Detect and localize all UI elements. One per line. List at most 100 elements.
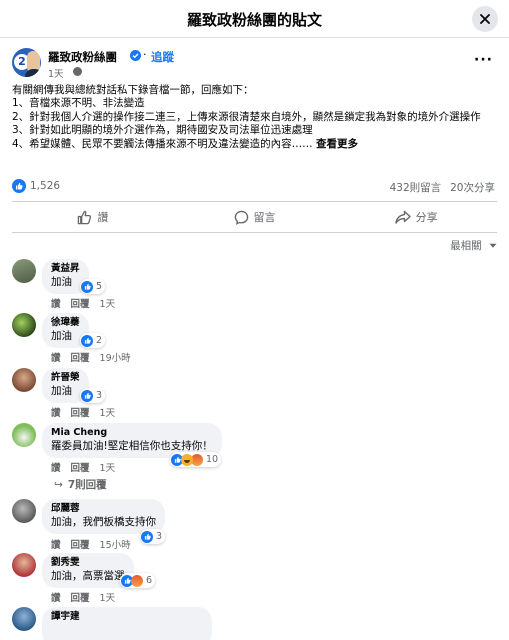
like-reaction-icon[interactable] (12, 179, 26, 193)
comment-like-button[interactable]: 讚 (51, 353, 61, 364)
comment-item: 邱麗蓉 加油，我們板橋支持你 3 讚回覆 15小時 (12, 499, 497, 551)
comment-meta: 讚回覆 1天 (51, 405, 125, 419)
comment-sort-dropdown[interactable]: 最相關 (450, 238, 497, 253)
comment-bubble-icon (234, 210, 248, 225)
commenter-name[interactable]: Mia Cheng (51, 427, 213, 439)
like-button[interactable]: 讚 (12, 202, 174, 232)
more-options-icon[interactable]: ··· (474, 52, 493, 68)
comment-reply-button[interactable]: 回覆 (71, 593, 90, 604)
view-replies-link[interactable]: ↪ 7則回覆 (54, 477, 107, 492)
reaction-count: 3 (156, 531, 163, 542)
verified-badge-icon (130, 50, 141, 61)
reaction-count: 6 (146, 575, 153, 586)
globe-icon (73, 67, 82, 76)
comment-text: 加油 (51, 276, 72, 288)
reaction-count: 10 (206, 454, 219, 465)
modal-title: 羅致政粉絲團的貼文 (186, 11, 322, 29)
share-count[interactable]: 20次分享 (450, 182, 495, 194)
modal-header: 羅致政粉絲團的貼文 (0, 0, 509, 38)
avatar[interactable] (12, 368, 36, 392)
share-arrow-icon (394, 210, 411, 224)
reply-arrow-icon: ↪ (54, 479, 63, 491)
reactions-row: 1,526 432則留言 20次分享 (12, 178, 497, 196)
comment-item: 劉秀雯 加油，高票當選 6 讚回覆 1天 (12, 553, 497, 605)
comment-text: 加油 (51, 330, 72, 342)
chevron-down-icon (489, 243, 497, 248)
avatar[interactable] (12, 553, 36, 577)
comment-reactions[interactable]: 6 (120, 573, 156, 588)
comment-time[interactable]: 1天 (100, 463, 116, 474)
comment-reply-button[interactable]: 回覆 (71, 540, 90, 551)
comment-time[interactable]: 15小時 (100, 540, 131, 551)
comment-reply-button[interactable]: 回覆 (71, 408, 90, 419)
comment-like-button[interactable]: 讚 (51, 299, 61, 310)
comment-item: 譚宇建 (12, 607, 497, 640)
commenter-name[interactable]: 劉秀雯 (51, 557, 125, 569)
comment-like-button[interactable]: 讚 (51, 593, 61, 604)
reaction-count: 5 (96, 281, 103, 292)
page-avatar[interactable]: 2 (12, 48, 41, 77)
comment-reactions[interactable]: 2 (80, 333, 106, 348)
post-stats: 432則留言 20次分享 (381, 180, 495, 195)
comment-reply-button[interactable]: 回覆 (71, 353, 90, 364)
action-bar: 讚 留言 分享 (12, 201, 497, 233)
post-line: 3、針對如此明顯的境外介選作為，期待國安及司法單位迅速處理 (12, 124, 313, 137)
post-line: 2、針對我個人介選的操作接二連三，上傳來源很清楚來自境外，顯然是鎖定我為對象的境… (12, 110, 481, 123)
avatar[interactable] (12, 259, 36, 283)
comment-reply-button[interactable]: 回覆 (71, 299, 90, 310)
reaction-count: 2 (96, 335, 103, 346)
comment-like-button[interactable]: 讚 (51, 463, 61, 474)
comment-button[interactable]: 留言 (174, 202, 336, 232)
comment-time[interactable]: 1天 (100, 593, 116, 604)
follow-button[interactable]: 追蹤 (151, 49, 174, 65)
like-reaction-icon (81, 334, 93, 347)
comment-meta: 讚回覆 19小時 (51, 350, 141, 364)
close-button[interactable] (472, 6, 498, 32)
avatar[interactable] (12, 423, 36, 447)
avatar[interactable] (12, 499, 36, 523)
comment-item: 許晉榮 加油 3 讚回覆 1天 (12, 368, 497, 420)
commenter-name[interactable]: 譚宇建 (51, 611, 203, 623)
comment-like-button[interactable]: 讚 (51, 540, 61, 551)
like-count[interactable]: 1,526 (30, 180, 60, 192)
comment-reactions[interactable]: 10 (170, 452, 222, 467)
commenter-name[interactable]: 徐瑋蓁 (51, 317, 80, 329)
comment-meta: 讚回覆 15小時 (51, 537, 141, 551)
separator-dot: · (143, 48, 147, 61)
comment-time[interactable]: 19小時 (100, 353, 131, 364)
comment-time[interactable]: 1天 (100, 299, 116, 310)
comment-meta: 讚回覆 1天 (51, 460, 125, 474)
comment-item: 徐瑋蓁 加油 2 讚回覆 19小時 (12, 313, 497, 365)
comment-count[interactable]: 432則留言 (390, 182, 442, 194)
commenter-name[interactable]: 邱麗蓉 (51, 503, 156, 515)
comment-reply-button[interactable]: 回覆 (71, 463, 90, 474)
comment-reactions[interactable]: 3 (80, 388, 106, 403)
thumbs-up-icon (78, 210, 92, 224)
comment-meta: 讚回覆 1天 (51, 296, 125, 310)
comment-reactions[interactable]: 5 (80, 279, 106, 294)
comment-text: 加油 (51, 385, 72, 397)
comment-meta: 讚回覆 1天 (51, 590, 125, 604)
comment-reactions[interactable]: 3 (140, 529, 166, 544)
comment-time[interactable]: 1天 (100, 408, 116, 419)
commenter-name[interactable]: 許晉榮 (51, 372, 80, 384)
post-line: 4、希望媒體、民眾不要觸法傳播來源不明及違法變造的內容…… 查看更多 (12, 137, 359, 150)
angry-reaction-icon (131, 574, 143, 587)
haha-reaction-icon (181, 453, 193, 466)
like-reaction-icon (81, 280, 93, 293)
comment-item: 黃益昇 加油 5 讚回覆 1天 (12, 259, 497, 311)
close-icon[interactable] (480, 14, 490, 24)
post-body: 有關網傳我與總統對話私下錄音檔一節，回應如下： 1、音檔來源不明、非法變造 2、… (12, 84, 497, 151)
avatar[interactable] (12, 313, 36, 337)
comment-like-button[interactable]: 讚 (51, 408, 61, 419)
commenter-name[interactable]: 黃益昇 (51, 263, 80, 275)
comment-bubble: 譚宇建 (42, 607, 212, 640)
comment-text: 加油，我們板橋支持你 (51, 516, 156, 528)
page-name[interactable]: 羅致政粉絲團 (48, 49, 117, 65)
see-more-link[interactable]: 查看更多 (316, 138, 358, 150)
share-button[interactable]: 分享 (335, 202, 497, 232)
post-time[interactable]: 1天 (48, 66, 64, 80)
avatar[interactable] (12, 607, 36, 631)
reaction-count: 3 (96, 390, 103, 401)
comment-item: Mia Cheng 羅委員加油!堅定相信你也支持你！ 10 讚回覆 1天 ↪ 7則回… (12, 423, 497, 493)
